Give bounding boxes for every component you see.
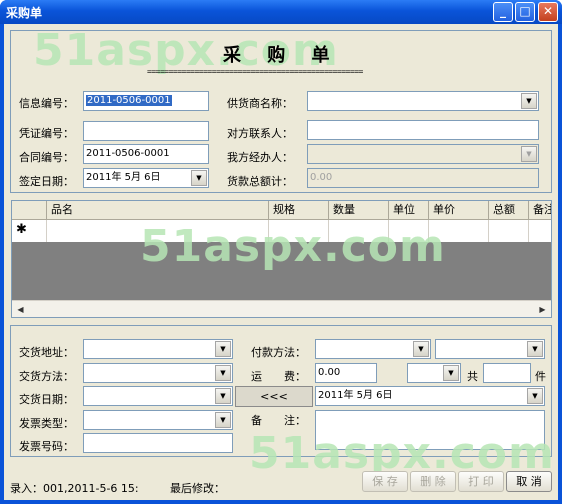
contract-no-label: 合同编号： xyxy=(19,151,74,164)
freight-label: 运 费： xyxy=(251,370,306,383)
sign-date-value: 2011年 5月 6日 xyxy=(86,172,161,183)
chevron-down-icon[interactable]: ▼ xyxy=(215,365,231,381)
payment-label: 付款方法： xyxy=(251,346,306,359)
payment-select-2[interactable]: ▼ xyxy=(435,339,545,359)
column-header[interactable]: 单位 xyxy=(388,201,428,220)
column-header[interactable]: 总额 xyxy=(488,201,528,220)
voucher-no-label: 凭证编号： xyxy=(19,127,74,140)
new-row-marker: ✱ xyxy=(16,222,27,237)
window-client: 51aspx.com 采 购 单 =======================… xyxy=(4,24,558,500)
info-no-label: 信息编号： xyxy=(19,97,74,110)
column-header[interactable]: 品名 xyxy=(46,201,268,220)
delivery-method-label: 交货方法： xyxy=(19,370,74,383)
scroll-right-icon[interactable]: ▶ xyxy=(535,302,550,317)
maximize-button[interactable]: □ xyxy=(515,2,535,22)
invoice-no-field[interactable] xyxy=(83,433,233,453)
chevron-down-icon[interactable]: ▼ xyxy=(215,388,231,404)
chevron-down-icon[interactable]: ▼ xyxy=(527,341,543,357)
delivery-address-label: 交货地址： xyxy=(19,346,74,359)
count-field[interactable] xyxy=(483,363,531,383)
invoice-no-label: 发票号码： xyxy=(19,440,74,453)
info-no-field[interactable]: 2011-0506-0001 xyxy=(83,91,209,111)
freight-unit-select[interactable]: ▼ xyxy=(407,363,461,383)
freight-field[interactable]: 0.00 xyxy=(315,363,377,383)
last-modified-info: 最后修改： xyxy=(170,482,225,495)
chevron-down-icon[interactable]: ▼ xyxy=(527,388,543,404)
entry-info: 录入：001,2011-5-6 15: xyxy=(10,482,139,495)
print-button[interactable]: 打 印 xyxy=(458,471,504,492)
watermark: 51aspx.com xyxy=(140,221,446,272)
count-unit-label: 件 xyxy=(535,370,546,383)
total-label: 货款总额计： xyxy=(227,175,293,188)
window: 采购单 _ □ ✕ 51aspx.com 采 购 单 =============… xyxy=(0,0,562,504)
sign-date-label: 签定日期： xyxy=(19,175,74,188)
items-grid[interactable]: 品名 规格 数量 单位 单价 总额 备注 ✱ 51aspx.com ◀ xyxy=(11,200,552,318)
sign-date-picker[interactable]: 2011年 5月 6日 ▼ xyxy=(83,168,209,188)
contact-label: 对方联系人： xyxy=(227,127,293,140)
column-header[interactable]: 规格 xyxy=(268,201,328,220)
chevron-down-icon[interactable]: ▼ xyxy=(413,341,429,357)
date2-value: 2011年 5月 6日 xyxy=(318,390,393,401)
remark-label: 备 注： xyxy=(251,414,306,427)
chevron-down-icon[interactable]: ▼ xyxy=(521,146,537,162)
delete-button[interactable]: 删 除 xyxy=(410,471,456,492)
chevron-down-icon[interactable]: ▼ xyxy=(443,365,459,381)
chevron-down-icon[interactable]: ▼ xyxy=(191,170,207,186)
delivery-date-label: 交货日期： xyxy=(19,393,74,406)
date2-picker[interactable]: 2011年 5月 6日 ▼ xyxy=(315,386,545,406)
title-underline: ========================================… xyxy=(147,67,363,76)
handler-label: 我方经办人： xyxy=(227,151,293,164)
column-header[interactable]: 数量 xyxy=(328,201,388,220)
voucher-no-field[interactable] xyxy=(83,121,209,141)
minimize-button[interactable]: _ xyxy=(493,2,513,22)
grid-header: 品名 规格 数量 单位 单价 总额 备注 xyxy=(12,201,551,220)
close-button[interactable]: ✕ xyxy=(538,2,558,22)
invoice-type-select[interactable]: ▼ xyxy=(83,410,233,430)
delivery-address-select[interactable]: ▼ xyxy=(83,339,233,359)
horizontal-scrollbar[interactable]: ◀ ▶ xyxy=(12,300,551,317)
column-header[interactable]: 单价 xyxy=(428,201,488,220)
invoice-type-label: 发票类型： xyxy=(19,417,74,430)
supplier-select[interactable]: ▼ xyxy=(307,91,539,111)
scroll-left-icon[interactable]: ◀ xyxy=(13,302,28,317)
save-button[interactable]: 保 存 xyxy=(362,471,408,492)
contact-field[interactable] xyxy=(307,120,539,140)
delivery-method-select[interactable]: ▼ xyxy=(83,363,233,383)
chevron-down-icon[interactable]: ▼ xyxy=(215,412,231,428)
column-header[interactable]: 备注 xyxy=(528,201,551,220)
back-arrow-button[interactable]: <<< xyxy=(235,386,313,407)
window-title: 采购单 xyxy=(6,6,43,20)
chevron-down-icon[interactable]: ▼ xyxy=(521,93,537,109)
contract-no-field[interactable]: 2011-0506-0001 xyxy=(83,144,209,164)
delivery-panel: 交货地址： ▼ 交货方法： ▼ 交货日期： ▼ 发票类型： ▼ 发票号码： 付款… xyxy=(10,325,554,479)
handler-select[interactable]: ▼ xyxy=(307,144,539,164)
supplier-label: 供货商名称： xyxy=(227,97,293,110)
title-bar[interactable]: 采购单 _ □ ✕ xyxy=(0,0,562,24)
chevron-down-icon[interactable]: ▼ xyxy=(215,341,231,357)
delivery-date-select[interactable]: ▼ xyxy=(83,386,233,406)
count-prefix-label: 共 xyxy=(467,370,478,383)
cancel-button[interactable]: 取 消 xyxy=(506,471,552,492)
payment-select[interactable]: ▼ xyxy=(315,339,431,359)
page-title: 采 购 单 xyxy=(223,45,340,66)
total-field: 0.00 xyxy=(307,168,539,188)
header-panel: 51aspx.com 采 购 单 =======================… xyxy=(10,25,552,193)
